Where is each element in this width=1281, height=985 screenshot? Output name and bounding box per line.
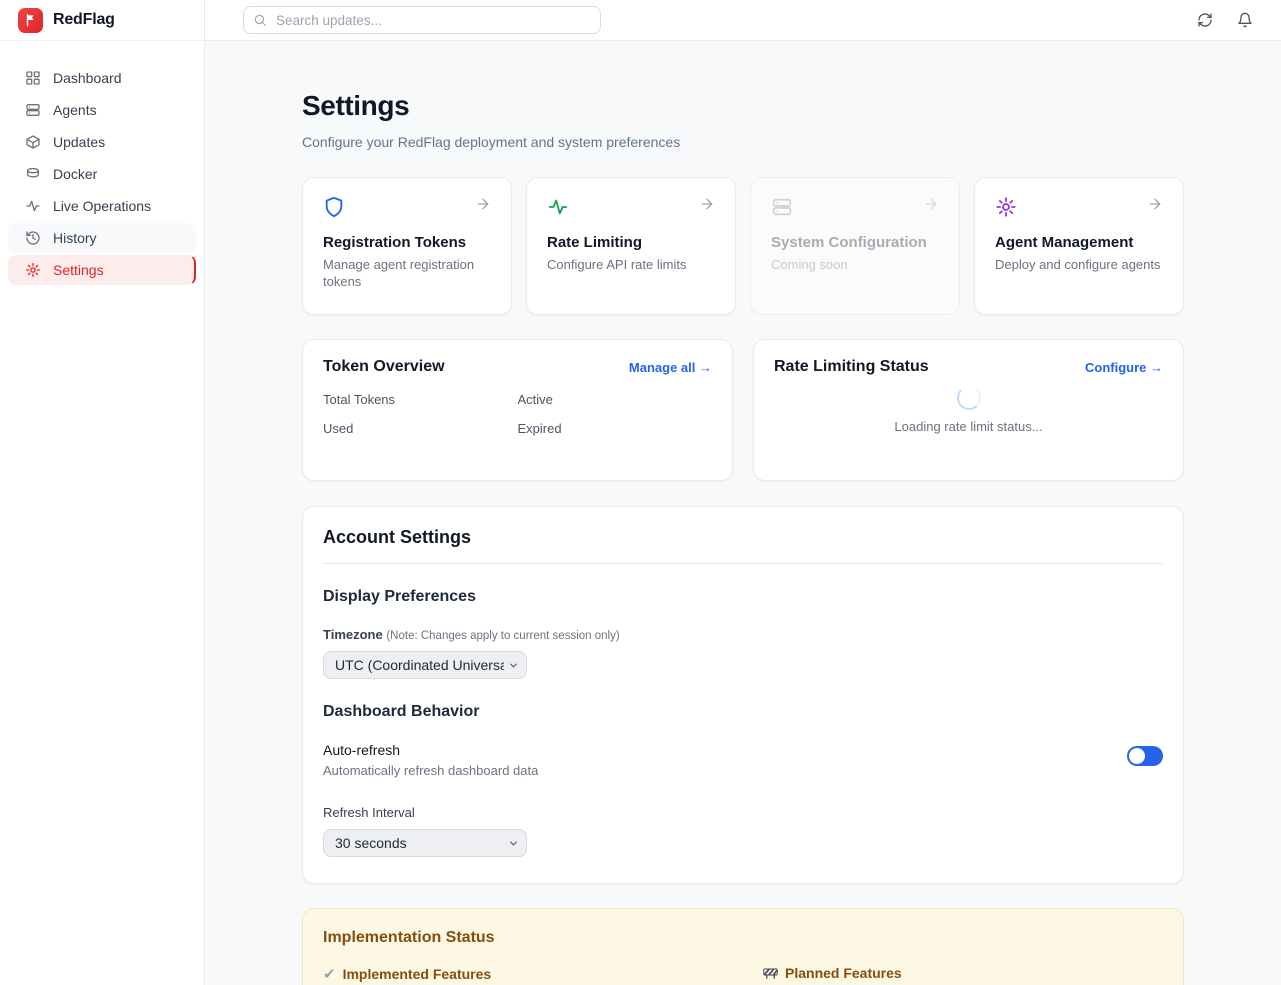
timezone-note: (Note: Changes apply to current session … [386, 630, 619, 642]
card-system-configuration: System Configuration Coming soon [750, 177, 960, 315]
loading-spinner-icon [957, 386, 981, 410]
docker-icon [25, 166, 41, 182]
dashboard-behavior-title: Dashboard Behavior [323, 703, 1163, 721]
arrow-right-icon [1147, 196, 1163, 212]
planned-features-title: Planned Features [785, 965, 902, 981]
sidebar-item-history[interactable]: History [8, 223, 196, 253]
rate-limiting-status-panel: Rate Limiting Status Configure → Loading… [753, 339, 1184, 481]
page-subtitle: Configure your RedFlag deployment and sy… [302, 134, 1184, 150]
sidebar-item-label: Live Operations [53, 198, 151, 214]
chevron-down-icon [508, 838, 519, 849]
sidebar-item-docker[interactable]: Docker [8, 159, 196, 189]
loading-text: Loading rate limit status... [894, 419, 1042, 434]
page-title: Settings [302, 90, 1184, 122]
sidebar: RedFlag Dashboard Agents [0, 0, 205, 985]
overview-panels: Token Overview Manage all → Total Tokens… [302, 339, 1184, 481]
refresh-interval-select-value: 30 seconds [335, 835, 504, 851]
sidebar-nav: Dashboard Agents Updates [0, 41, 204, 285]
account-settings-card: Account Settings Display Preferences Tim… [302, 506, 1184, 884]
gear-icon [25, 262, 41, 278]
refresh-interval-label: Refresh Interval [323, 805, 1163, 820]
arrow-right-icon [475, 196, 491, 212]
arrow-right-icon [699, 196, 715, 212]
construction-icon [763, 967, 778, 980]
sidebar-item-settings[interactable]: Settings [8, 255, 196, 285]
card-registration-tokens[interactable]: Registration Tokens Manage agent registr… [302, 177, 512, 315]
implementation-status-panel: Implementation Status ✔ Implemented Feat… [302, 908, 1184, 985]
stat-label-active: Active [518, 392, 713, 407]
card-title: Agent Management [995, 234, 1163, 251]
sidebar-item-agents[interactable]: Agents [8, 95, 196, 125]
auto-refresh-label: Auto-refresh [323, 742, 538, 758]
card-agent-management[interactable]: Agent Management Deploy and configure ag… [974, 177, 1184, 315]
stat-label-total-tokens: Total Tokens [323, 392, 518, 407]
timezone-select[interactable]: UTC (Coordinated Universal Time) [323, 651, 527, 679]
sidebar-item-label: Agents [53, 102, 97, 118]
timezone-select-value: UTC (Coordinated Universal Time) [335, 657, 504, 673]
sidebar-item-label: Dashboard [53, 70, 122, 86]
card-description: Manage agent registration tokens [323, 257, 491, 291]
brand-header: RedFlag [0, 0, 204, 41]
auto-refresh-toggle[interactable] [1127, 746, 1163, 766]
configure-link[interactable]: Configure → [1085, 360, 1163, 375]
package-icon [25, 134, 41, 150]
sidebar-item-dashboard[interactable]: Dashboard [8, 63, 196, 93]
card-description: Coming soon [771, 257, 939, 274]
implemented-features-title: Implemented Features [343, 966, 492, 982]
sidebar-item-label: Settings [53, 262, 104, 278]
card-rate-limiting[interactable]: Rate Limiting Configure API rate limits [526, 177, 736, 315]
toggle-knob [1129, 748, 1145, 764]
topbar [205, 0, 1281, 41]
bell-icon[interactable] [1237, 12, 1253, 28]
search-wrap [243, 6, 601, 34]
panel-title: Token Overview [323, 358, 445, 376]
card-title: Rate Limiting [547, 234, 715, 251]
token-overview-panel: Token Overview Manage all → Total Tokens… [302, 339, 733, 481]
sidebar-item-updates[interactable]: Updates [8, 127, 196, 157]
timezone-label: Timezone [323, 627, 383, 642]
dashboard-icon [25, 70, 41, 86]
auto-refresh-description: Automatically refresh dashboard data [323, 763, 538, 778]
refresh-interval-select[interactable]: 30 seconds [323, 829, 527, 857]
sidebar-item-label: Updates [53, 134, 105, 150]
gear-icon [995, 196, 1017, 218]
card-description: Configure API rate limits [547, 257, 715, 274]
server-icon [771, 196, 793, 218]
implementation-status-title: Implementation Status [323, 929, 1163, 947]
sidebar-item-label: History [53, 230, 97, 246]
chevron-down-icon [508, 660, 519, 671]
brand-name: RedFlag [53, 11, 115, 29]
activity-icon [25, 198, 41, 214]
panel-title: Rate Limiting Status [774, 358, 929, 376]
check-icon: ✔ [323, 965, 336, 983]
stat-label-expired: Expired [518, 421, 713, 436]
shield-icon [323, 196, 345, 218]
refresh-icon[interactable] [1197, 12, 1213, 28]
account-settings-title: Account Settings [323, 527, 1163, 564]
manage-all-link[interactable]: Manage all → [629, 360, 712, 375]
agents-icon [25, 102, 41, 118]
content-scroll[interactable]: Settings Configure your RedFlag deployme… [205, 41, 1281, 985]
card-description: Deploy and configure agents [995, 257, 1163, 274]
sidebar-item-label: Docker [53, 166, 97, 182]
history-icon [25, 230, 41, 246]
redflag-logo-icon [18, 8, 43, 33]
quick-cards: Registration Tokens Manage agent registr… [302, 177, 1184, 315]
activity-icon [547, 196, 569, 218]
arrow-right-icon [923, 196, 939, 212]
implemented-features-column: ✔ Implemented Features Registration toke… [323, 965, 723, 985]
main-area: Settings Configure your RedFlag deployme… [205, 0, 1281, 985]
card-title: System Configuration [771, 234, 939, 251]
stat-label-used: Used [323, 421, 518, 436]
display-preferences-title: Display Preferences [323, 588, 1163, 606]
search-input[interactable] [243, 6, 601, 34]
planned-features-column: Planned Features System configuration ma… [763, 965, 1163, 985]
sidebar-item-live-operations[interactable]: Live Operations [8, 191, 196, 221]
card-title: Registration Tokens [323, 234, 491, 251]
